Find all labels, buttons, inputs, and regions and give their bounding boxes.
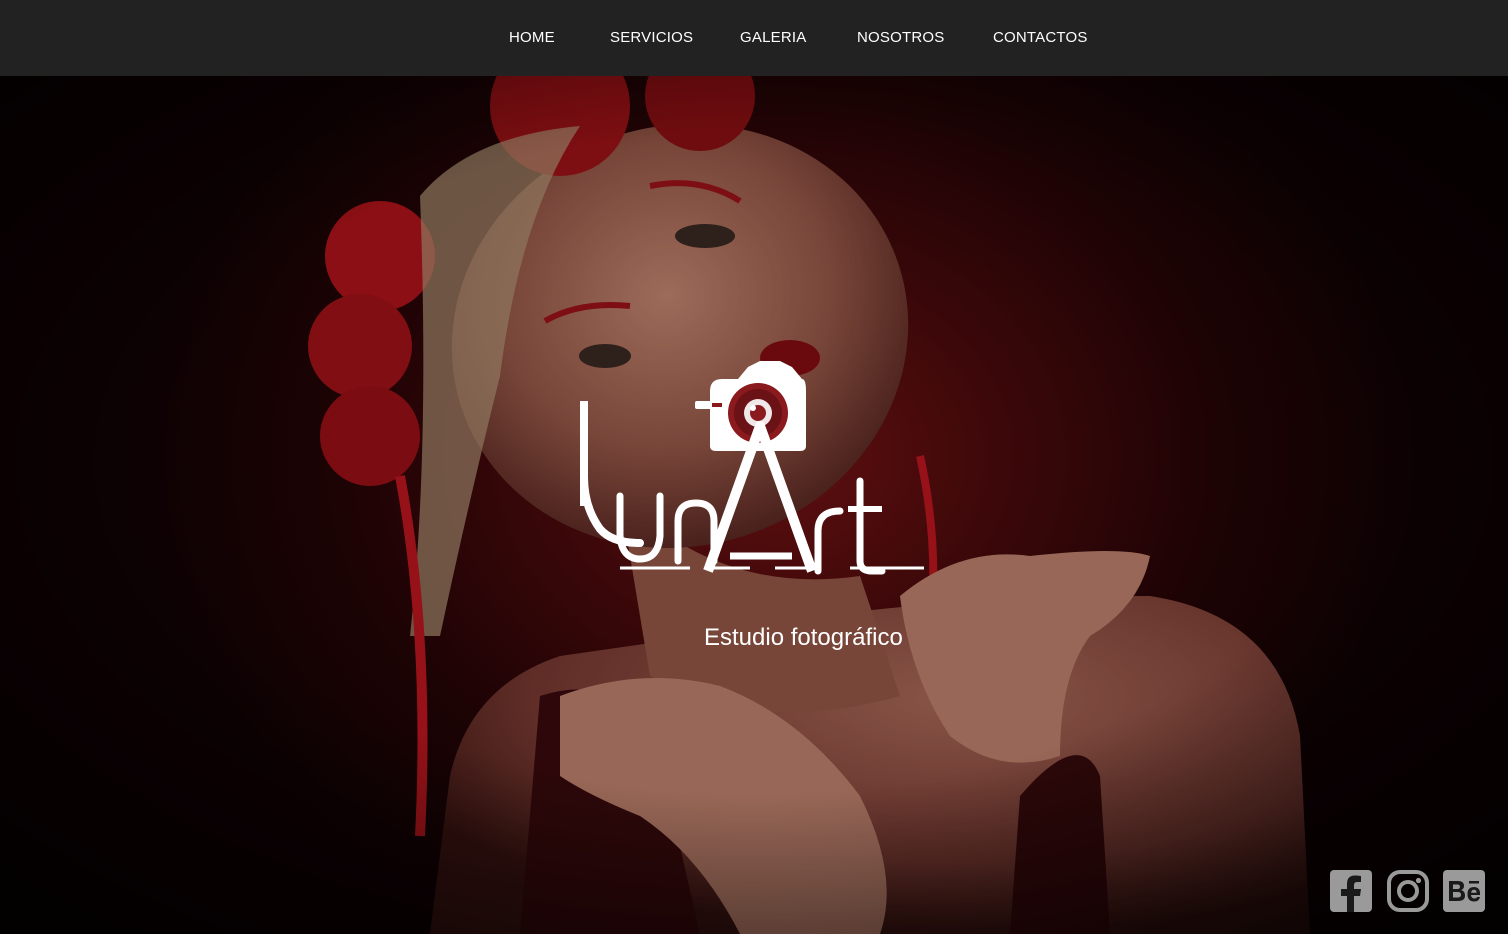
instagram-icon — [1387, 870, 1429, 912]
facebook-icon — [1330, 870, 1372, 912]
facebook-link[interactable] — [1330, 870, 1372, 912]
nav-galeria-link[interactable]: GALERIA — [740, 29, 806, 47]
lunart-logo-graphic — [580, 361, 924, 575]
instagram-link[interactable] — [1387, 870, 1429, 912]
camera-icon — [695, 361, 806, 451]
nav-menu: HOME SERVICIOS GALERIA NOSOTROS CONTACTO… — [0, 0, 1508, 76]
hero-section: Estudio fotográfico — [0, 76, 1508, 934]
nav-home-link[interactable]: HOME — [509, 29, 555, 47]
nav-nosotros-link[interactable]: NOSOTROS — [857, 29, 944, 47]
nav-contactos-link[interactable]: CONTACTOS — [993, 29, 1088, 47]
behance-link[interactable] — [1443, 870, 1485, 912]
top-navbar: HOME SERVICIOS GALERIA NOSOTROS CONTACTO… — [0, 0, 1508, 76]
behance-icon — [1443, 870, 1485, 912]
lunart-logo — [560, 331, 960, 591]
nav-servicios-link[interactable]: SERVICIOS — [610, 29, 693, 47]
hero-tagline: Estudio fotográfico — [704, 624, 903, 651]
